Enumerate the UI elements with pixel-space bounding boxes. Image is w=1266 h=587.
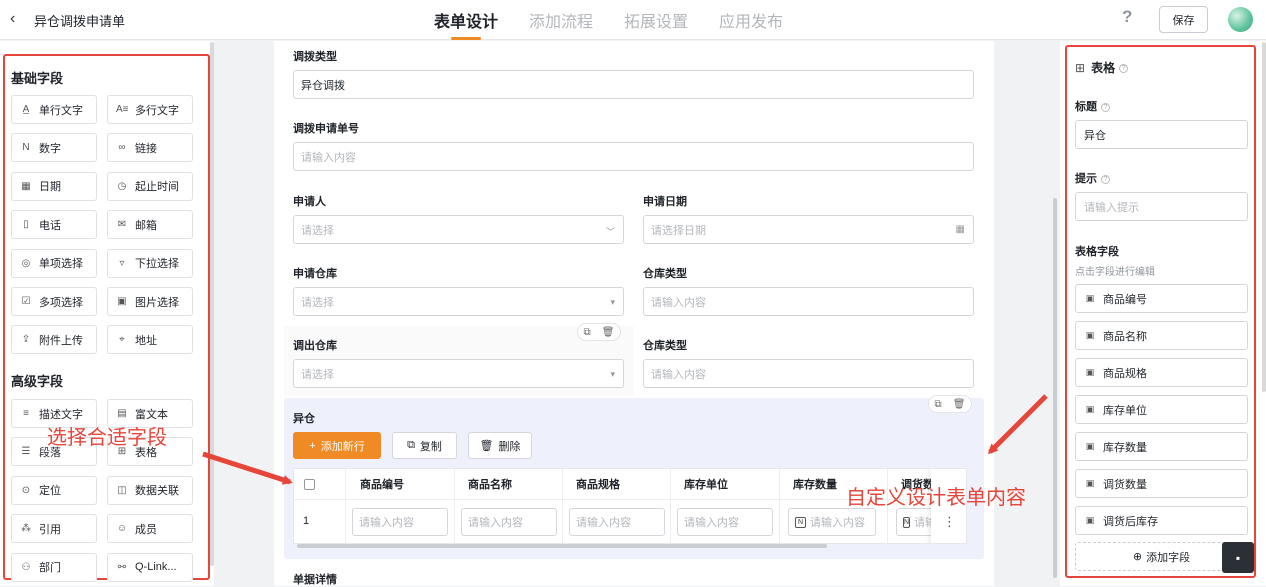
arrow-to-table [202,451,293,485]
arrow-to-table-right [987,394,1048,455]
annotation-arrows [202,394,1048,485]
